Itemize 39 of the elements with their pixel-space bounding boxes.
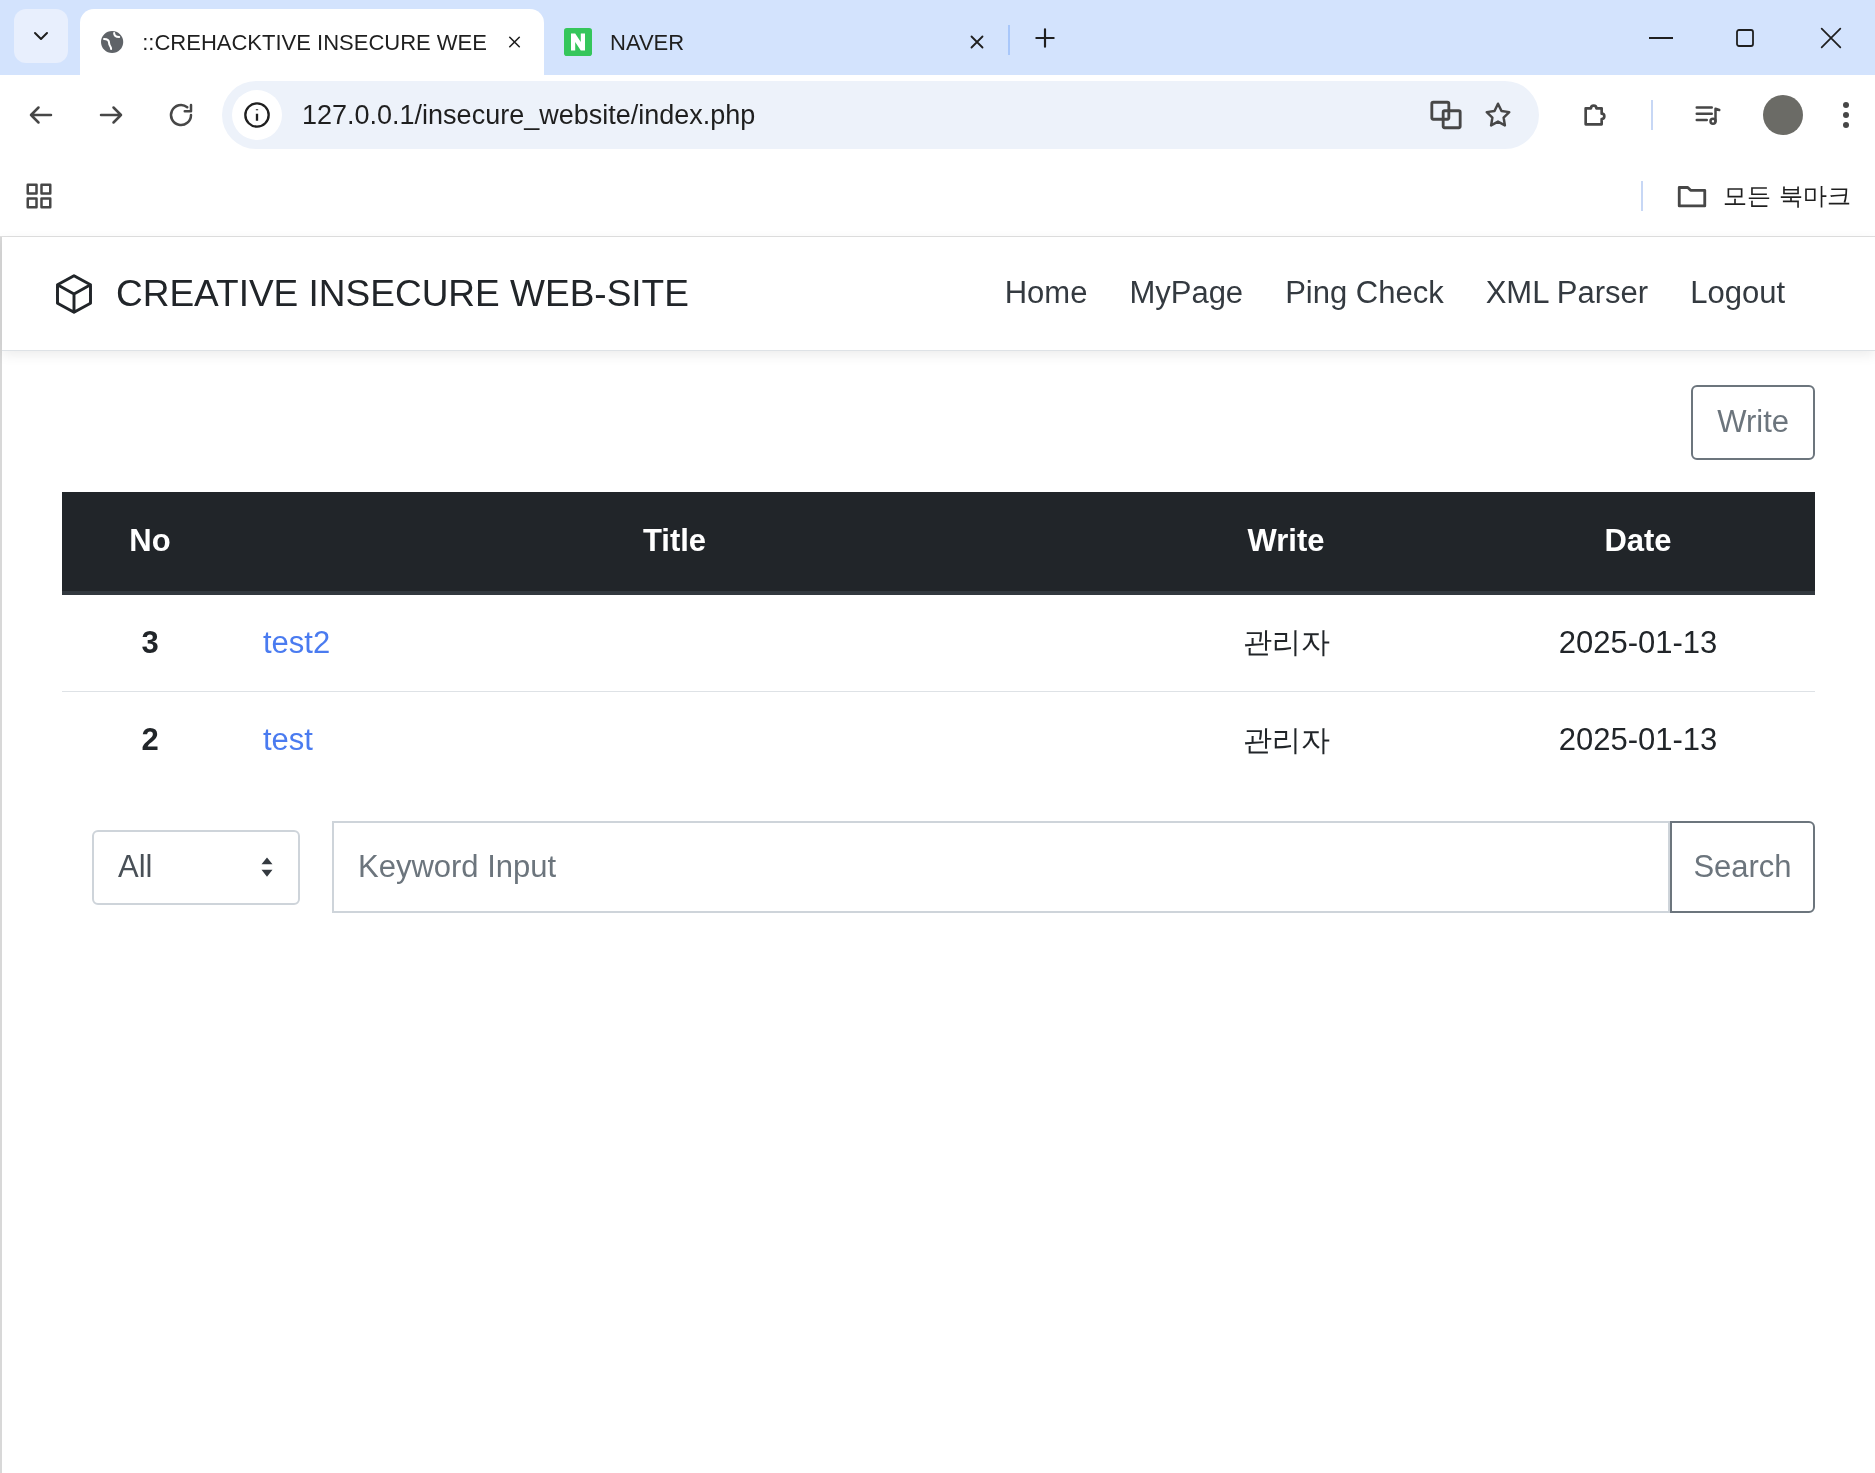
column-header: Write <box>1111 492 1461 593</box>
post-title-link[interactable]: test2 <box>263 624 331 660</box>
table-cell: 2025-01-13 <box>1461 593 1815 691</box>
table-cell: 관리자 <box>1111 593 1461 691</box>
site-info-icon[interactable] <box>232 90 282 140</box>
table-cell: 관리자 <box>1111 691 1461 789</box>
table-cell: 2025-01-13 <box>1461 691 1815 789</box>
nav-link[interactable]: Logout <box>1690 270 1785 317</box>
table-cell: 2 <box>62 691 238 789</box>
browser-tab[interactable]: NAVER <box>544 9 1008 75</box>
tab-title: NAVER <box>610 28 686 57</box>
nav-link[interactable]: Home <box>1004 270 1088 317</box>
column-header: No <box>62 492 238 593</box>
browser-tab[interactable]: ::CREHACKTIVE INSECURE WEE <box>80 9 544 75</box>
table-cell: 3 <box>62 593 238 691</box>
keyword-input[interactable]: Keyword Input <box>332 821 1670 913</box>
url-text: 127.0.0.1/insecure_website/index.php <box>302 98 757 132</box>
filter-select[interactable]: All <box>92 829 300 905</box>
n-logo-icon <box>564 28 592 56</box>
more-menu-icon <box>1843 102 1849 128</box>
column-header: Date <box>1461 492 1815 593</box>
minimize-icon <box>1649 36 1673 39</box>
post-title-link[interactable]: test <box>263 722 313 757</box>
bookmarks-label[interactable]: 모든 북마크 <box>1723 177 1851 214</box>
search-button[interactable]: Search <box>1670 821 1815 913</box>
globe-icon <box>100 28 125 56</box>
nav-link[interactable]: MyPage <box>1129 270 1244 317</box>
brand-title[interactable]: CREATIVE INSECURE WEB-SITE <box>116 265 689 322</box>
star-icon <box>1483 100 1513 130</box>
address-bar[interactable]: 127.0.0.1/insecure_website/index.php <box>222 81 1539 149</box>
plus-icon <box>1032 25 1058 51</box>
sort-caret-icon <box>260 856 274 878</box>
tab-title: ::CREHACKTIVE INSECURE WEE <box>142 28 487 57</box>
nav-link[interactable]: Ping Check <box>1285 270 1444 317</box>
write-button[interactable]: Write <box>1691 385 1815 460</box>
column-header: Title <box>238 492 1111 593</box>
profile-avatar[interactable] <box>1763 95 1803 135</box>
translate-icon <box>1429 98 1463 132</box>
nav-link[interactable]: XML Parser <box>1485 270 1649 317</box>
